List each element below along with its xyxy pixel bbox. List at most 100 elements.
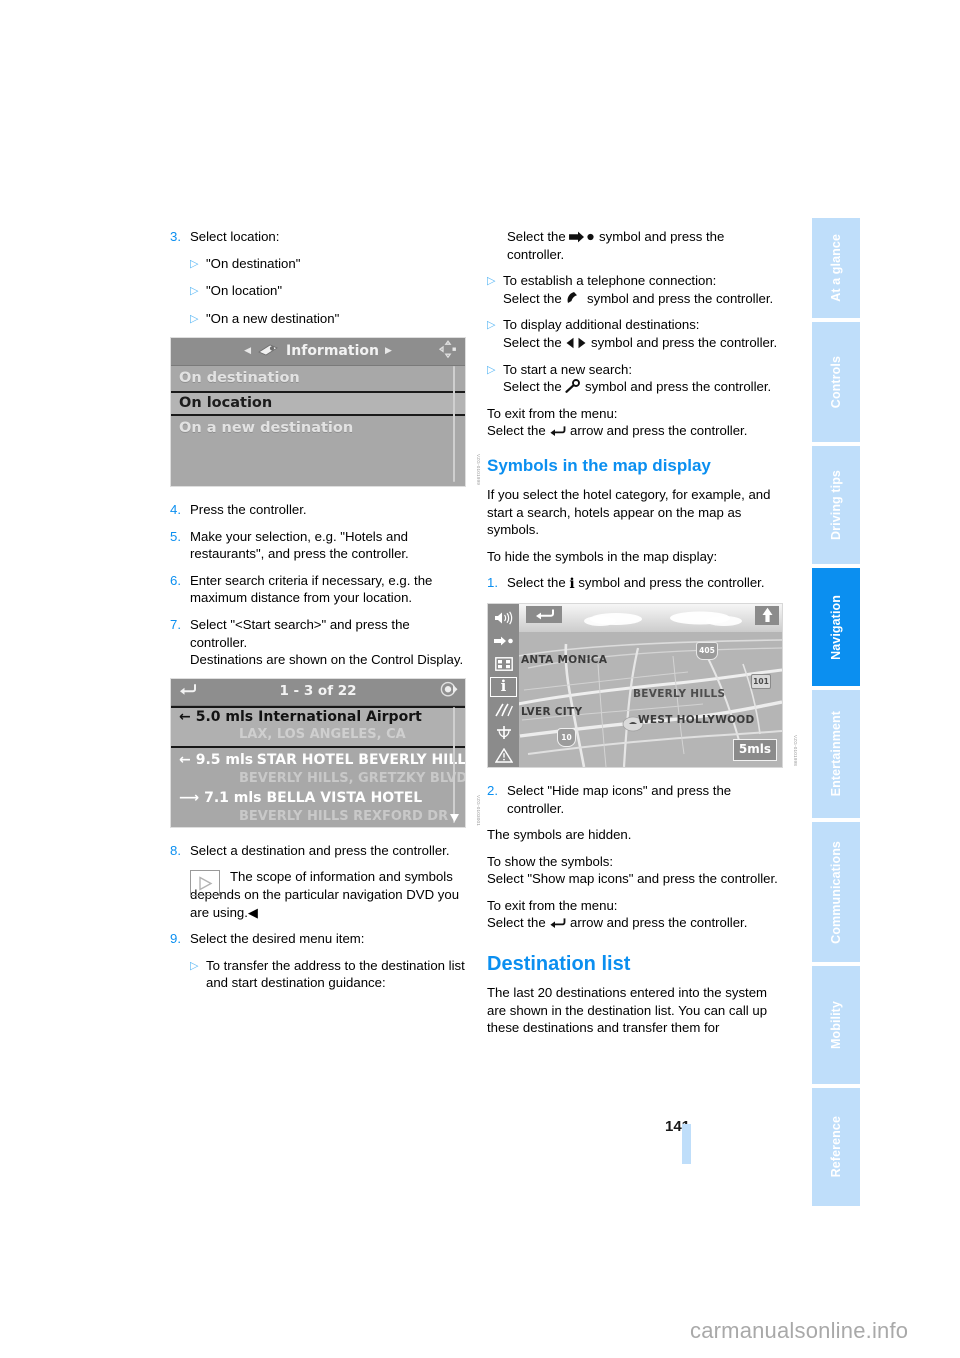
scroll-rail[interactable] [449,706,459,823]
step-text: Select location: [190,229,280,244]
step-number: 8. [170,842,181,858]
tab-label: Communications [828,840,843,944]
step-text: Enter search criteria if necessary, e.g.… [190,572,433,606]
tab-label: Navigation [828,594,843,660]
map-city-label: BEVERLY HILLS [633,687,726,700]
step-number: 4. [170,502,181,518]
highway-shield-10: 10 [557,727,576,747]
destination-row[interactable]: ← 5.0 mls International Airport LAX, LOS… [171,705,465,749]
step-7: 7. Select "<Start search>" and press the… [170,616,466,651]
sidebar-tab-navigation[interactable]: Navigation [812,568,860,686]
magnifier-search-icon [565,379,581,394]
split-screen-icon[interactable] [490,654,517,674]
tab-label: Mobility [828,1000,843,1050]
step-text: Select the desired menu item: [190,931,365,947]
map-heading-arrow-icon[interactable] [755,605,779,625]
triangle-bullet-icon: ▷ [190,312,199,325]
exit-menu-text-b: arrow and press the controller. [570,915,748,931]
step-7-followup: Destinations are shown on the Control Di… [190,652,464,668]
idrive-menu-list: On destination On location On a new dest… [171,366,465,486]
triangle-bullet-icon: ▷ [190,285,199,298]
info-i-icon: i [569,576,575,593]
menu-empty-space [171,441,465,486]
continuation-start-guidance: Select the symbol and press the controll… [487,228,783,263]
bullet-line-2a: Select the [503,290,562,306]
menu-item-label: On a new destination [179,419,354,436]
tab-label: Driving tips [828,470,843,540]
left-text-column: 3. Select location: ▷ "On destination" ▷… [170,228,481,1001]
show-symbols-line-2: Select "Show map icons" and press the co… [487,871,778,887]
triangle-bullet-icon: ▷ [487,275,496,288]
watermark-text: carmanualsonline.info [690,1318,909,1343]
destination-address: BEVERLY HILLS, GRETZKY BLVD [239,770,466,786]
bullet-line-2b: symbol and press the controller. [587,290,774,306]
direction-arrow-left-icon: ← [179,708,191,725]
exit-menu-text-b: arrow and press the controller. [570,423,748,439]
return-arrow-icon[interactable] [178,682,197,702]
figure-caption: VZG-0101998 [793,734,798,766]
sidebar-tab-at-a-glance[interactable]: At a glance [812,218,860,318]
idrive-corner-icon [438,339,458,365]
destination-row[interactable]: ⟶ 7.1 mls BELLA VISTA HOTEL BEVERLY HILL… [171,789,465,827]
map-step-1: 1. Select the i symbol and press the con… [487,574,783,594]
triangle-bullet-icon: ▷ [487,319,496,332]
bullet-line-2a: Select the [503,379,562,395]
highway-shield-101: 101 [751,673,771,689]
info-icon[interactable]: i [490,676,517,697]
step-number: 3. [170,229,181,244]
step-text: Press the controller. [190,502,307,518]
bullet-transfer-address: ▷ To transfer the address to the destina… [170,957,466,992]
sidebar-tab-controls[interactable]: Controls [812,322,860,442]
exit-menu-line-2: Select the arrow and press the controlle… [487,914,783,932]
traffic-icon[interactable] [490,723,517,743]
warning-icon[interactable] [490,746,517,766]
return-arrow-icon [549,917,566,929]
sidebar-tab-entertainment[interactable]: Entertainment [812,690,860,818]
destination-list-text: The last 20 destinations entered into th… [487,985,768,1036]
bullet-text: "On a new destination" [206,310,340,326]
tab-label: Reference [828,1116,843,1178]
menu-item-on-destination[interactable]: On destination [171,366,465,391]
triangle-bullet-icon: ▷ [190,257,199,270]
destination-row[interactable]: ← 9.5 mls STAR HOTEL BEVERLY HILLS BEVER… [171,751,465,789]
hide-symbols-intro: To hide the symbols in the map display: [487,548,718,564]
map-city-label: LVER CITY [521,705,583,718]
menu-item-label: On destination [179,369,300,386]
route-icon[interactable] [490,631,517,651]
step-number: 9. [170,931,181,947]
volume-icon[interactable] [490,608,517,628]
tab-label: Controls [828,355,843,409]
figure-information-menu: ◀ Information ▶ On destination On locati… [170,337,481,488]
figure-map-display: i ANTA MONICA BEVERLY HILLS LVER CITY WE… [487,602,798,768]
step-number: 1. [487,575,498,591]
menu-item-on-location[interactable]: On location [171,391,465,417]
sidebar-tab-reference[interactable]: Reference [812,1088,860,1206]
destination-distance: 7.1 mls [204,790,262,807]
bullet-line-1: To establish a telephone connection: [503,273,717,289]
idrive-header-title: 1 - 3 of 22 [279,683,357,700]
sidebar-tab-driving-tips[interactable]: Driving tips [812,446,860,564]
step-text-b: symbol and press the controller. [578,575,765,591]
idrive-header-title: Information [286,342,379,359]
exit-menu-text-a: Select the [487,423,546,439]
symbols-intro-text: If you select the hotel category, for ex… [487,486,771,538]
map-back-button[interactable] [526,605,562,623]
bullet-on-a-new-destination: ▷ "On a new destination" [170,310,466,329]
exit-menu-line-1: To exit from the menu: [487,405,618,421]
bullet-line-2b: symbol and press the controller. [591,334,778,350]
sidebar-tab-communications[interactable]: Communications [812,822,860,962]
bullet-on-destination: ▷ "On destination" [170,255,466,274]
map-view-icon[interactable] [490,700,517,720]
show-symbols-block: To show the symbols: Select "Show map ic… [487,853,783,888]
note-body: The scope of information and symbols dep… [190,869,460,920]
destination-distance: 5.0 mls [195,708,254,725]
right-arrow-icon: ▶ [384,345,392,356]
sidebar-tab-mobility[interactable]: Mobility [812,966,860,1084]
show-symbols-line-1: To show the symbols: [487,853,614,869]
step-number: 6. [170,572,181,588]
bullet-line-2a: Select the [503,334,562,350]
menu-item-on-a-new-destination[interactable]: On a new destination [171,416,465,441]
scroll-rail[interactable] [449,366,459,483]
bullet-body: To establish a telephone connection: Sel… [503,272,783,307]
exit-menu-block-2: To exit from the menu: Select the arrow … [487,897,783,932]
